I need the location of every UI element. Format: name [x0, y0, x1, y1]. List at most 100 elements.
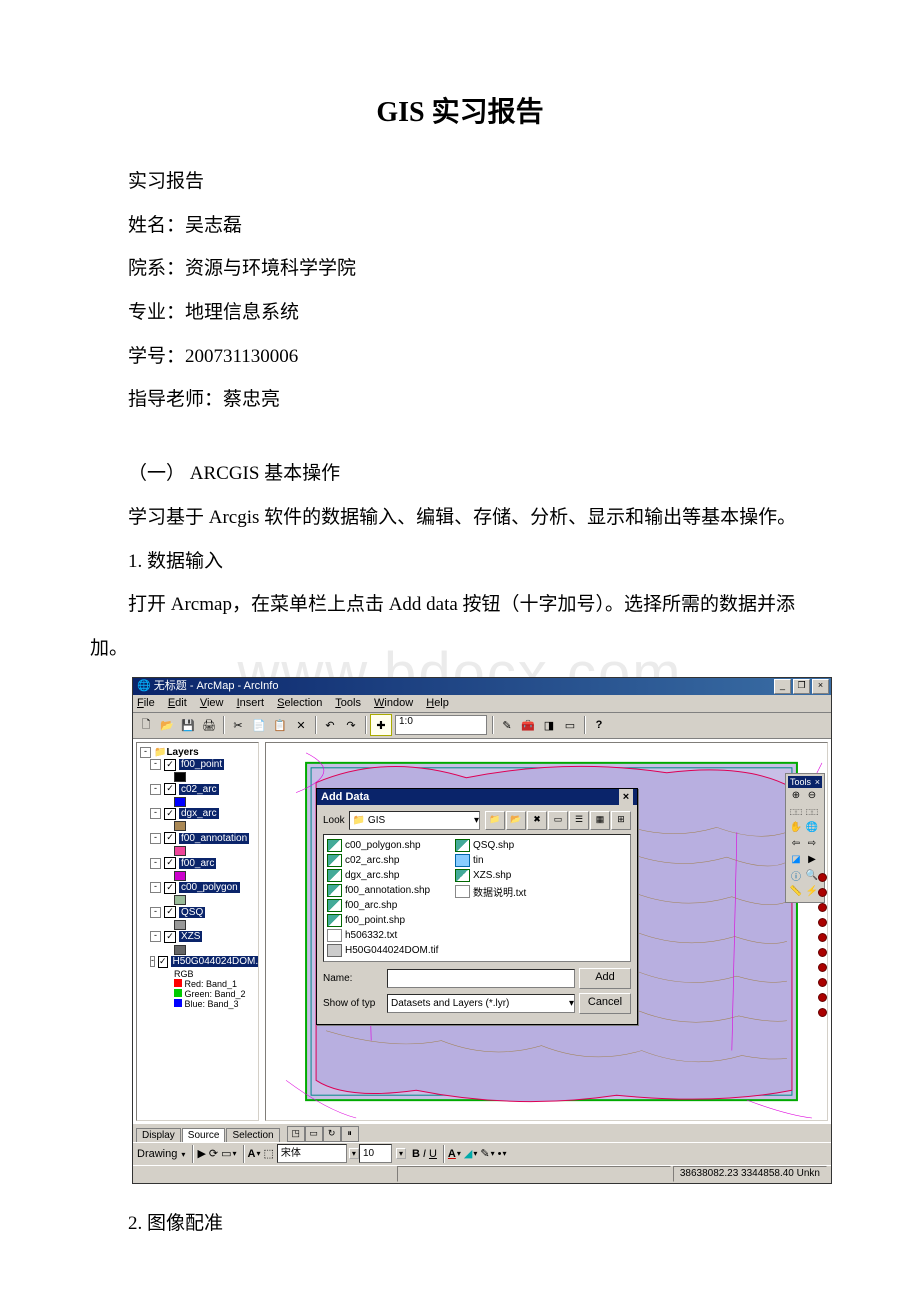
file-item[interactable]: tin — [455, 854, 575, 867]
menu-tools[interactable]: Tools — [335, 697, 361, 709]
layer-name[interactable]: f00_arc — [179, 858, 216, 869]
menu-insert[interactable]: Insert — [237, 697, 265, 709]
disconnect-icon[interactable]: ✖ — [527, 811, 547, 830]
layer-checkbox[interactable]: ✓ — [164, 931, 176, 943]
refresh-icon[interactable]: ↻ — [323, 1126, 341, 1142]
font-size-combo[interactable]: 10 — [359, 1144, 392, 1163]
layer-checkbox[interactable]: ✓ — [158, 956, 168, 968]
name-input[interactable] — [387, 969, 575, 988]
details-view-icon[interactable]: ▦ — [590, 811, 610, 830]
layer-name[interactable]: H50G044024DOM.tif — [171, 956, 259, 967]
file-item[interactable]: c02_arc.shp — [327, 854, 447, 867]
tools-close-icon[interactable]: × — [815, 777, 820, 787]
file-item[interactable]: dgx_arc.shp — [327, 869, 447, 882]
tab-source[interactable]: Source — [182, 1128, 226, 1142]
file-item[interactable]: c00_polygon.shp — [327, 839, 447, 852]
delete-icon[interactable]: ✕ — [291, 715, 311, 735]
dialog-close-icon[interactable]: × — [619, 789, 633, 805]
select-icon[interactable]: ◪ — [789, 853, 803, 867]
size-dropdown-icon[interactable]: ▾ — [396, 1148, 406, 1159]
open-icon[interactable]: 📂 — [157, 715, 177, 735]
add-data-icon[interactable]: ✚ — [370, 714, 392, 736]
layer-name[interactable]: f00_point — [179, 759, 224, 770]
expand-icon[interactable]: - — [150, 882, 161, 893]
rectangle-icon[interactable]: ▭▾ — [221, 1147, 236, 1160]
layer-checkbox[interactable]: ✓ — [164, 783, 176, 795]
zoom-out-icon[interactable]: ⊖ — [805, 789, 819, 803]
zoom-in-icon[interactable]: ⊕ — [789, 789, 803, 803]
add-button[interactable]: Add — [579, 968, 631, 989]
rotate-icon[interactable]: ⟳ — [209, 1147, 218, 1160]
find-icon[interactable]: 🔍 — [805, 869, 819, 883]
text-tool-icon[interactable]: A▾ — [248, 1148, 261, 1160]
select-elements-icon[interactable]: ▶ — [197, 1147, 205, 1160]
menu-file[interactable]: File — [137, 697, 155, 709]
underline-icon[interactable]: U — [429, 1148, 437, 1160]
layer-checkbox[interactable]: ✓ — [164, 808, 176, 820]
editor-icon[interactable]: ✎ — [497, 715, 517, 735]
help-icon[interactable]: ? — [589, 715, 609, 735]
layout-view-icon[interactable]: ▭ — [305, 1126, 323, 1142]
expand-icon[interactable]: - — [150, 784, 161, 795]
expand-icon[interactable]: - — [150, 858, 161, 869]
bold-icon[interactable]: B — [412, 1148, 420, 1160]
expand-icon[interactable]: - — [150, 956, 155, 967]
layer-checkbox[interactable]: ✓ — [164, 832, 176, 844]
new-icon[interactable]: 🗋 — [136, 715, 156, 735]
up-folder-icon[interactable]: 📁 — [485, 811, 505, 830]
minimize-button[interactable]: _ — [774, 679, 791, 694]
file-item[interactable]: XZS.shp — [455, 869, 575, 882]
close-button[interactable]: × — [812, 679, 829, 694]
layer-name[interactable]: XZS — [179, 931, 202, 942]
paste-icon[interactable]: 📋 — [270, 715, 290, 735]
file-item[interactable]: QSQ.shp — [455, 839, 575, 852]
pause-icon[interactable]: ⏸ — [341, 1126, 359, 1142]
copy-icon[interactable]: 📄 — [249, 715, 269, 735]
file-item[interactable]: f00_point.shp — [327, 914, 447, 927]
connect-icon[interactable]: 📂 — [506, 811, 526, 830]
layer-name[interactable]: f00_annotation — [179, 833, 249, 844]
undo-icon[interactable]: ↶ — [320, 715, 340, 735]
fill-color-icon[interactable]: ◢▾ — [464, 1147, 477, 1160]
expand-icon[interactable]: - — [150, 833, 161, 844]
font-combo[interactable]: 宋体 — [277, 1144, 347, 1163]
next-extent-icon[interactable]: ⇨ — [805, 837, 819, 851]
command-icon[interactable]: ▭ — [560, 715, 580, 735]
toolbox-icon[interactable]: 🧰 — [518, 715, 538, 735]
marker-color-icon[interactable]: •▾ — [498, 1148, 507, 1160]
cut-icon[interactable]: ✂ — [228, 715, 248, 735]
redo-icon[interactable]: ↷ — [341, 715, 361, 735]
file-list[interactable]: c00_polygon.shp c02_arc.shp dgx_arc.shp f00… — [323, 834, 631, 962]
layer-checkbox[interactable]: ✓ — [164, 906, 176, 918]
maximize-button[interactable]: ❐ — [793, 679, 810, 694]
expand-icon[interactable]: - — [150, 907, 161, 918]
cancel-button[interactable]: Cancel — [579, 993, 631, 1014]
measure-icon[interactable]: 📏 — [789, 885, 803, 899]
file-item[interactable]: H50G044024DOM.tif — [327, 944, 447, 957]
look-in-combo[interactable]: 📁 GIS ▾ — [349, 811, 480, 830]
file-item[interactable]: h506332.txt — [327, 929, 447, 942]
menu-view[interactable]: View — [200, 697, 224, 709]
pan-icon[interactable]: ✋ — [789, 821, 803, 835]
hyperlink-icon[interactable]: ⚡ — [805, 885, 819, 899]
thumbnails-icon[interactable]: ⊞ — [611, 811, 631, 830]
menu-selection[interactable]: Selection — [277, 697, 322, 709]
expand-icon[interactable]: - — [150, 808, 161, 819]
layer-checkbox[interactable]: ✓ — [164, 857, 176, 869]
layer-name[interactable]: dgx_arc — [179, 808, 219, 819]
prev-extent-icon[interactable]: ⇦ — [789, 837, 803, 851]
layer-checkbox[interactable]: ✓ — [164, 882, 176, 894]
menu-window[interactable]: Window — [374, 697, 413, 709]
font-dropdown-icon[interactable]: ▾ — [349, 1148, 359, 1159]
line-color-icon[interactable]: ✎▾ — [480, 1147, 494, 1160]
catalog-icon[interactable]: ◨ — [539, 715, 559, 735]
tab-display[interactable]: Display — [136, 1128, 181, 1142]
map-view[interactable]: Tools× ⊕ ⊖ ⬚⬚ ⬚⬚ ✋ 🌐 ⇦ ⇨ ◪ ▶ ⓘ 🔍 📏 ⚡ — [265, 742, 828, 1121]
tab-selection[interactable]: Selection — [226, 1128, 279, 1142]
layer-name[interactable]: QSQ — [179, 907, 205, 918]
save-icon[interactable]: 💾 — [178, 715, 198, 735]
font-color-icon[interactable]: A▾ — [448, 1148, 461, 1160]
pointer-icon[interactable]: ▶ — [805, 853, 819, 867]
file-item[interactable]: 数据说明.txt — [455, 884, 575, 899]
data-view-icon[interactable]: ◳ — [287, 1126, 305, 1142]
